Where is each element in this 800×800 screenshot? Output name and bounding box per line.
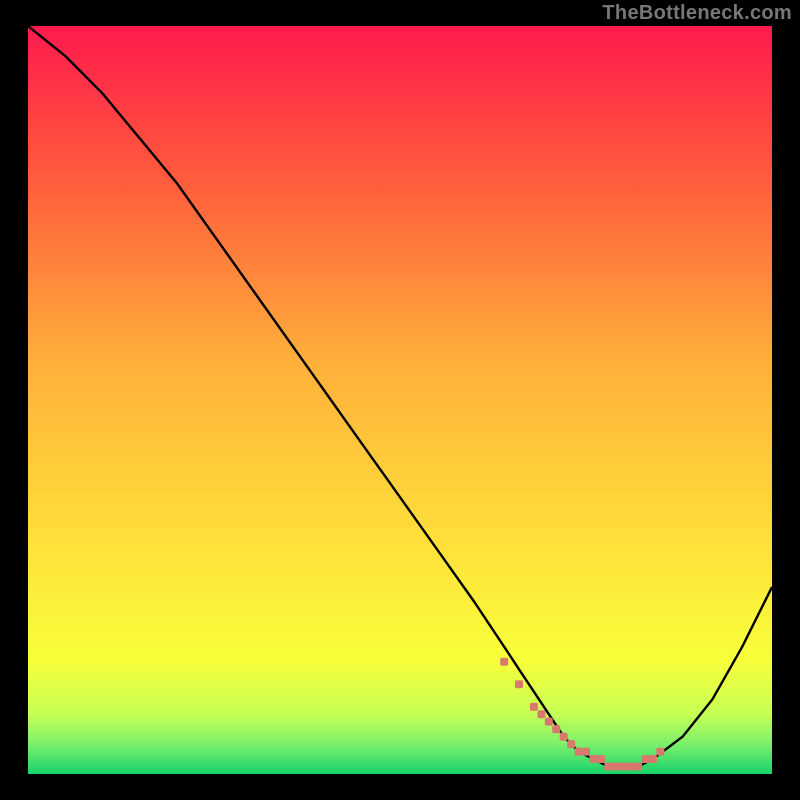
marker-dot: [500, 658, 508, 666]
marker-dot: [619, 763, 627, 771]
marker-dot: [537, 710, 545, 718]
marker-dot: [634, 763, 642, 771]
marker-dot: [515, 680, 523, 688]
marker-dot: [552, 725, 560, 733]
chart-frame: TheBottleneck.com: [0, 0, 800, 800]
marker-dot: [627, 763, 635, 771]
marker-dot: [656, 748, 664, 756]
marker-dot: [642, 755, 650, 763]
marker-dot: [567, 740, 575, 748]
watermark-text: TheBottleneck.com: [602, 2, 792, 25]
marker-dot: [612, 763, 620, 771]
marker-dot: [604, 763, 612, 771]
marker-dot: [582, 748, 590, 756]
marker-dot: [589, 755, 597, 763]
marker-dot: [597, 755, 605, 763]
marker-dot: [575, 748, 583, 756]
plot-area: [28, 26, 772, 774]
chart-svg: [28, 26, 772, 774]
marker-dot: [545, 718, 553, 726]
marker-dot: [649, 755, 657, 763]
marker-dot: [530, 703, 538, 711]
marker-dot: [560, 733, 568, 741]
